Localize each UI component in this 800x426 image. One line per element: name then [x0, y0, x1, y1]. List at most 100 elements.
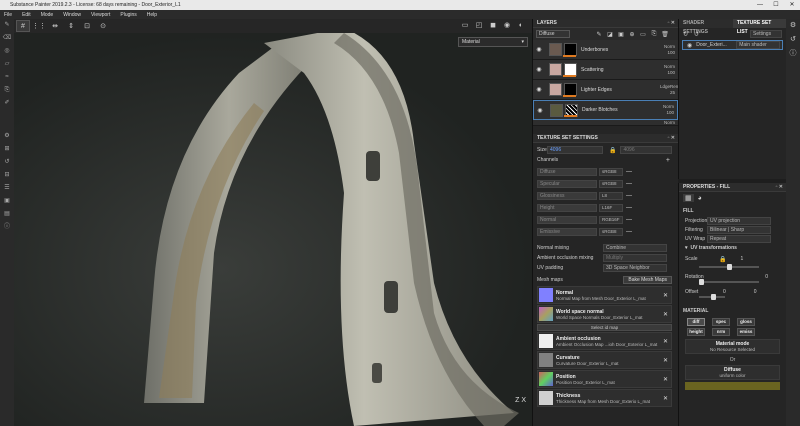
grid-view-icon[interactable]: #	[16, 20, 30, 32]
delete-layer-icon[interactable]: 🗑	[660, 31, 670, 38]
uv-wrap-dropdown[interactable]: Repeat	[707, 234, 771, 243]
remove-map-icon[interactable]: ✕	[663, 311, 668, 318]
settings-dropdown[interactable]: Settings	[750, 30, 782, 38]
minimize-button[interactable]: —	[752, 0, 768, 10]
visibility-eye-icon[interactable]: ◉	[533, 66, 545, 73]
collapse-icon[interactable]: ▾	[685, 245, 688, 251]
remove-map-icon[interactable]: ✕	[663, 292, 668, 299]
projection-dropdown[interactable]: UV projection	[707, 216, 771, 225]
projection-icon[interactable]: ◎	[0, 45, 14, 58]
menu-mode[interactable]: Mode	[41, 12, 54, 18]
panel-controls-icon[interactable]: ▫ ✕	[776, 183, 783, 192]
remove-map-icon[interactable]: ✕	[663, 357, 668, 364]
mesh-map-slot[interactable]: Position Position Door_Exterior L_mat ✕	[537, 370, 672, 388]
polygon-fill-icon[interactable]: ▱	[0, 58, 14, 71]
visibility-eye-icon[interactable]: ◉	[534, 107, 546, 114]
settings-icon[interactable]: ⚙	[0, 130, 14, 143]
channel-format-dropdown[interactable]: RGB16F	[599, 216, 623, 224]
add-mask-icon[interactable]: ◪	[605, 31, 615, 38]
document-icon[interactable]: ▤	[0, 208, 14, 221]
offset-x-slider[interactable]	[699, 294, 725, 300]
spec-button[interactable]: spec	[712, 318, 730, 326]
panel-controls-icon[interactable]: ▫ ✕	[668, 19, 675, 28]
refresh-icon[interactable]: ↻	[683, 31, 688, 38]
diffuse-slot[interactable]: Diffuse uniform color	[685, 365, 780, 380]
add-folder-icon[interactable]: ▭	[638, 31, 648, 38]
add-layer-icon[interactable]: ⊕	[627, 31, 637, 38]
2d-view-icon[interactable]: ▭	[458, 19, 472, 33]
channel-dropdown[interactable]: Diffuse	[536, 30, 570, 38]
tab-shader-settings[interactable]: SHADER SETTINGS	[679, 19, 733, 35]
remove-map-icon[interactable]: ✕	[663, 338, 668, 345]
channel-format-dropdown[interactable]: sRGB8	[599, 228, 623, 236]
remove-channel-icon[interactable]: —	[626, 193, 632, 199]
layer-blend[interactable]: LdgeRem 25	[660, 84, 680, 96]
shelf-icon[interactable]: ⊞	[0, 143, 14, 156]
visibility-eye-icon[interactable]: ◉	[687, 42, 692, 49]
menu-edit[interactable]: Edit	[22, 12, 31, 18]
history-icon[interactable]: ↺	[786, 33, 800, 47]
layer-row-partial[interactable]: Norm	[533, 120, 678, 126]
uv-padding-dropdown[interactable]: 3D Space Neighbor	[603, 264, 667, 272]
pattern-grid-icon[interactable]: ⋮⋮	[32, 20, 46, 32]
color-picker-icon[interactable]: ✐	[0, 97, 14, 110]
mesh-map-slot[interactable]: Ambient occlusion Ambient Occlusion Map .…	[537, 332, 672, 350]
material-mode-dropdown[interactable]: Material ▾	[458, 37, 528, 47]
camera-icon[interactable]: ◼	[486, 19, 500, 33]
frame-icon[interactable]: ⊡	[80, 20, 94, 32]
menu-viewport[interactable]: Viewport	[91, 12, 110, 18]
remove-channel-icon[interactable]: —	[626, 181, 632, 187]
log-icon[interactable]: ☰	[0, 182, 14, 195]
diff-button[interactable]: diff	[687, 318, 705, 326]
history-icon[interactable]: ↺	[0, 156, 14, 169]
remove-channel-icon[interactable]: —	[626, 169, 632, 175]
info-icon[interactable]: ⓘ	[0, 221, 14, 234]
smudge-icon[interactable]: ≈	[0, 71, 14, 84]
gloss-button[interactable]: gloss	[737, 318, 755, 326]
layer-blend[interactable]: Norm 100	[660, 44, 678, 56]
menu-help[interactable]: Help	[147, 12, 157, 18]
sync-icon[interactable]: ↺	[694, 31, 699, 38]
texture-set-item[interactable]: ◉ Door_Exteri... Main shader	[682, 40, 783, 50]
slider-knob[interactable]	[711, 294, 716, 300]
eraser-icon[interactable]: ⌫	[0, 32, 14, 45]
layer-blend[interactable]: Norm 100	[659, 104, 677, 116]
layer-row[interactable]: ◉ Lighter Edges LdgeRem 25	[533, 80, 680, 100]
3d-viewport[interactable]: Material ▾ Z X	[14, 33, 532, 426]
material-mode-slot[interactable]: Material mode No Resource Selected	[685, 339, 780, 354]
tab-texture-set-list[interactable]: TEXTURE SET LIST	[732, 19, 786, 35]
remove-channel-icon[interactable]: —	[626, 205, 632, 211]
remove-channel-icon[interactable]: —	[626, 229, 632, 235]
nrm-button[interactable]: nrm	[712, 328, 730, 336]
menu-file[interactable]: File	[4, 12, 12, 18]
panel-controls-icon[interactable]: ▫ ✕	[668, 134, 675, 143]
material-tab-icon[interactable]: ◕	[698, 195, 702, 202]
height-button[interactable]: height	[687, 328, 705, 336]
fill-tab-icon[interactable]: ▦	[683, 194, 694, 202]
info-icon[interactable]: ⓘ	[786, 47, 800, 61]
slider-knob[interactable]	[699, 279, 704, 285]
settings-icon[interactable]: ⚙	[786, 19, 800, 33]
tools-icon[interactable]: ⊟	[0, 169, 14, 182]
screenshot-icon[interactable]: ◉	[500, 19, 514, 33]
clone-icon[interactable]: ⎘	[0, 84, 14, 97]
emiss-button[interactable]: emiss	[737, 328, 755, 336]
rotation-value[interactable]: 0	[765, 274, 768, 280]
layer-row-selected[interactable]: ◉ Darker Blotches Norm 100	[533, 100, 678, 120]
add-effect-icon[interactable]: ✎	[594, 31, 604, 38]
filtering-dropdown[interactable]: Bilinear | Sharp	[707, 225, 771, 234]
channel-format-dropdown[interactable]: L8	[599, 192, 623, 200]
diffuse-color-swatch[interactable]	[685, 382, 780, 390]
layer-row[interactable]: ◉ Underbones Norm 100	[533, 40, 678, 60]
add-channel-icon[interactable]: +	[666, 157, 670, 164]
lock-icon[interactable]: 🔒	[609, 147, 616, 154]
visibility-eye-icon[interactable]: ◉	[533, 86, 545, 93]
channel-format-dropdown[interactable]: L16F	[599, 204, 623, 212]
scale-value[interactable]: 1	[740, 256, 743, 262]
layer-row[interactable]: ◉ Scattering Norm 100	[533, 60, 678, 80]
remove-channel-icon[interactable]: —	[626, 217, 632, 223]
menu-window[interactable]: Window	[63, 12, 81, 18]
scale-slider[interactable]	[699, 264, 759, 270]
symmetry-icon[interactable]: ⇹	[48, 20, 62, 32]
offset-x-value[interactable]: 0	[723, 289, 726, 295]
